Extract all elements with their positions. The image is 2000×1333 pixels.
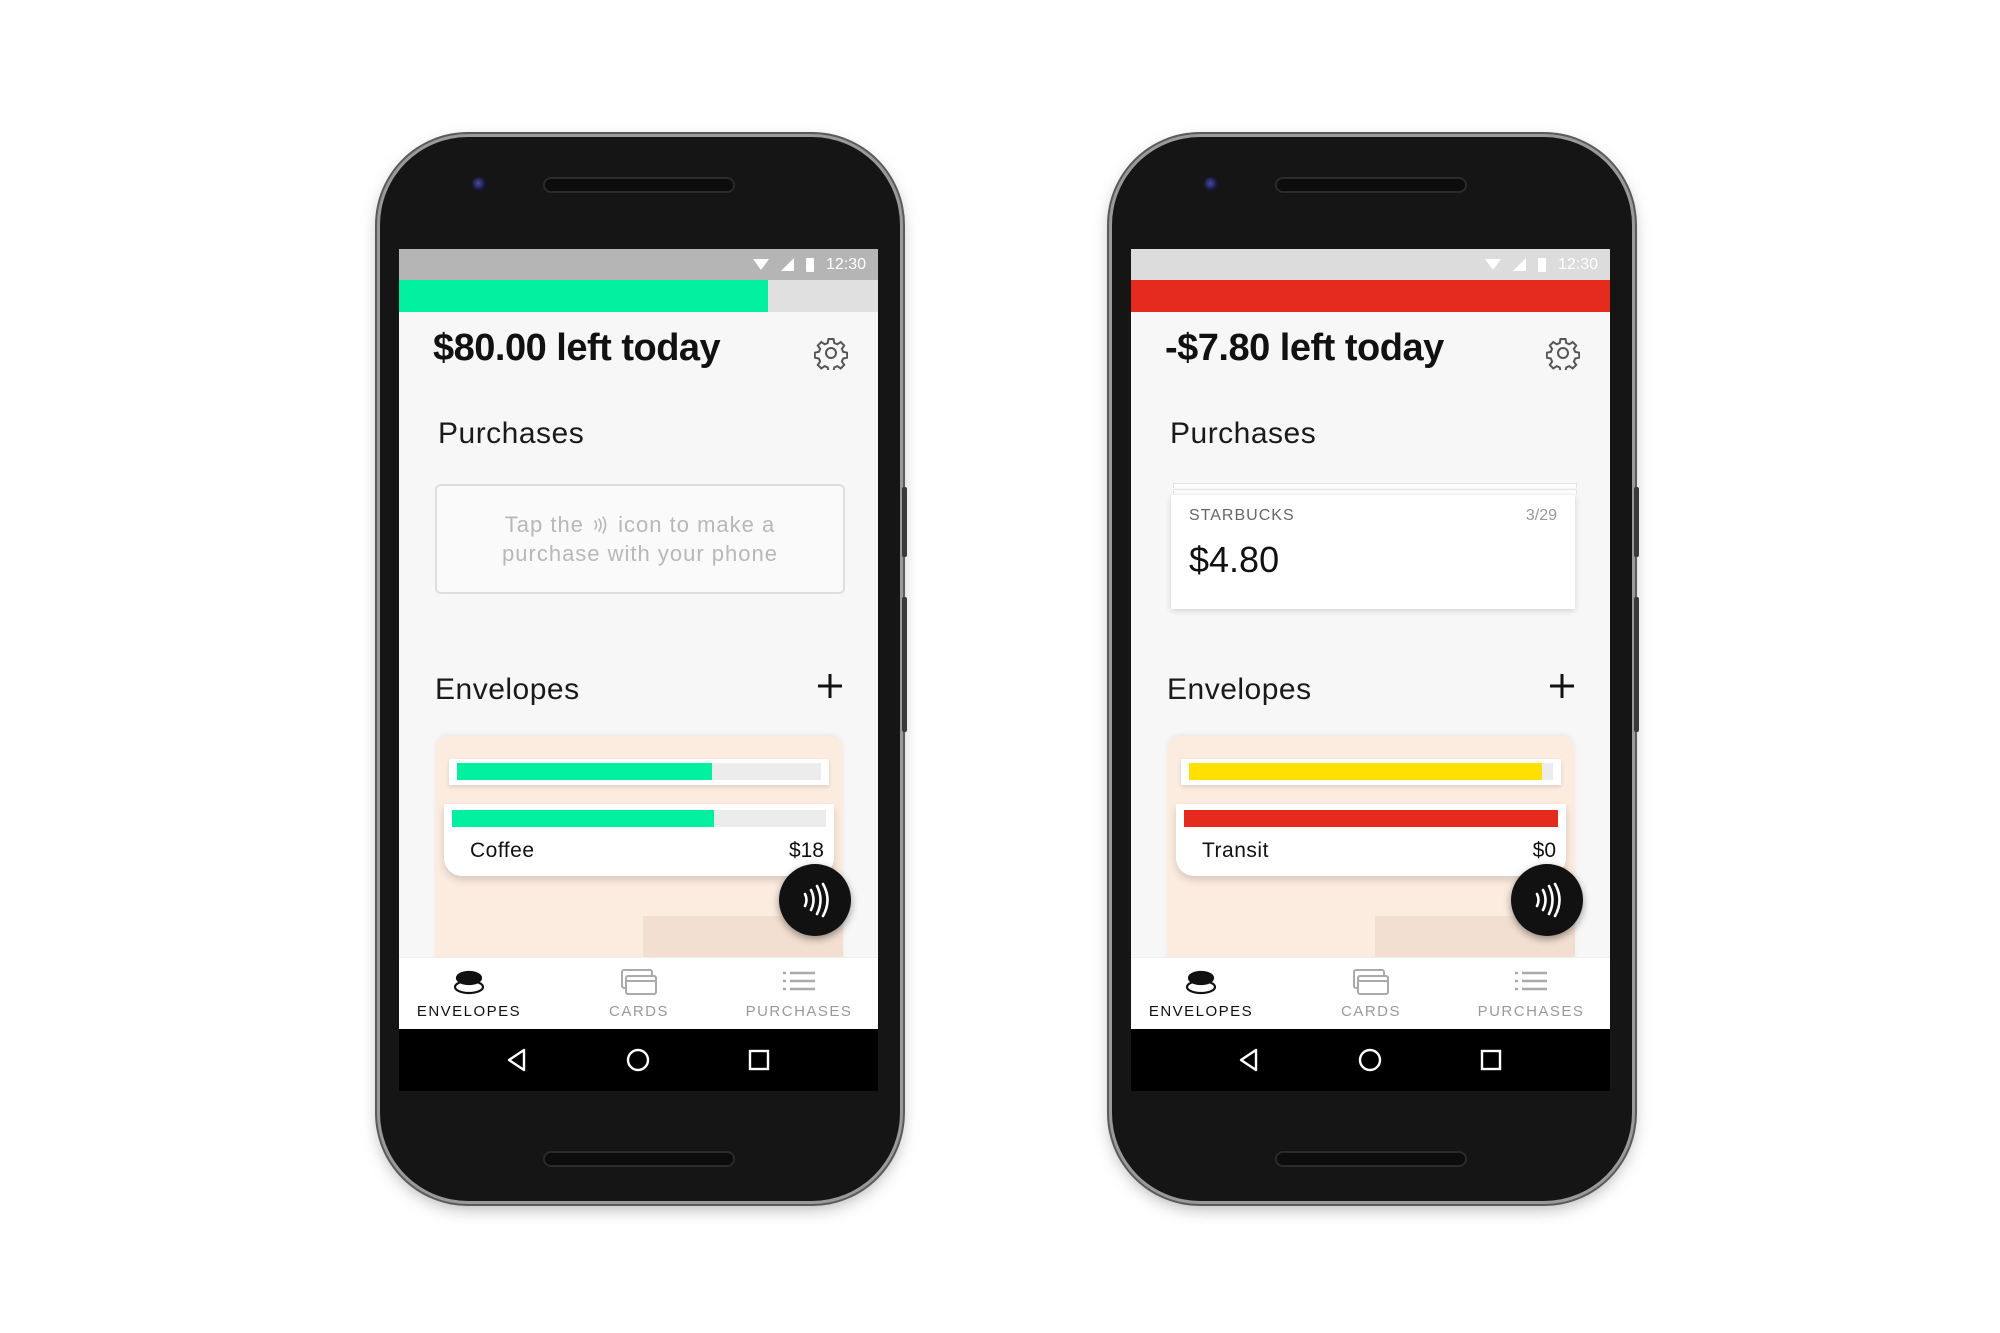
cards-icon — [1353, 969, 1389, 995]
tab-cards[interactable]: CARDS — [1301, 958, 1441, 1030]
envelope-progress — [452, 810, 826, 827]
tab-envelopes[interactable]: ENVELOPES — [1131, 958, 1271, 1030]
bottom-speaker — [545, 1153, 733, 1165]
envelope-progress — [1184, 810, 1558, 827]
contactless-icon — [594, 516, 607, 534]
tab-cards-label: CARDS — [608, 1003, 669, 1020]
envelope-progress-fill — [452, 810, 714, 827]
purchase-merchant: STARBUCKS — [1189, 507, 1295, 524]
daily-budget-bar — [1131, 280, 1610, 312]
tab-envelopes-label: ENVELOPES — [416, 1003, 522, 1020]
back-icon[interactable] — [504, 1047, 530, 1073]
envelopes-heading: Envelopes — [435, 673, 580, 706]
contactless-icon — [1535, 882, 1561, 918]
envelope-card-back[interactable] — [449, 759, 829, 785]
battery-icon — [805, 257, 814, 272]
bottom-speaker — [1277, 1153, 1465, 1165]
power-button — [902, 487, 907, 557]
list-icon — [783, 971, 815, 991]
home-icon[interactable] — [625, 1047, 651, 1073]
status-time: 12:30 — [825, 255, 866, 273]
recents-icon[interactable] — [746, 1047, 772, 1073]
tab-purchases[interactable]: PURCHASES — [1461, 958, 1601, 1030]
signal-icon — [780, 258, 794, 271]
purchases-empty-state: Tap the icon to make a purchase with you… — [435, 484, 845, 594]
envelopes-heading: Envelopes — [1167, 673, 1312, 706]
tab-purchases-label: PURCHASES — [1477, 1003, 1585, 1020]
daily-budget-fill — [1131, 280, 1610, 312]
bottom-nav: ENVELOPES CARDS PURCHASES — [1131, 957, 1610, 1030]
front-camera — [1204, 177, 1218, 191]
gear-icon[interactable] — [814, 336, 848, 370]
power-button — [1634, 487, 1639, 557]
envelope-card[interactable]: Transit $0 — [1176, 804, 1566, 876]
envelope-progress-fill — [1184, 810, 1558, 827]
volume-button — [1634, 597, 1639, 732]
daily-budget-bar — [399, 280, 878, 312]
system-nav-bar — [1131, 1029, 1610, 1091]
phone-left: 12:30 $80.00 left today Purchases Tap th… — [380, 137, 907, 1201]
screen: 12:30 -$7.80 left today Purchases STARBU… — [1131, 249, 1610, 1091]
tab-cards-label: CARDS — [1340, 1003, 1401, 1020]
purchase-stack-edge — [1173, 489, 1577, 494]
bottom-nav: ENVELOPES CARDS PURCHASES — [399, 957, 878, 1030]
purchase-card[interactable]: STARBUCKS 3/29 $4.80 — [1171, 495, 1575, 609]
tab-purchases-label: PURCHASES — [745, 1003, 853, 1020]
tab-cards[interactable]: CARDS — [569, 958, 709, 1030]
wifi-icon — [1484, 259, 1501, 270]
pay-button[interactable] — [779, 864, 851, 936]
envelope-card[interactable]: Coffee $18 — [444, 804, 834, 876]
status-bar: 12:30 — [1131, 249, 1610, 280]
envelope-progress — [457, 763, 821, 780]
envelope-name: Transit — [1202, 839, 1269, 862]
gear-icon[interactable] — [1546, 336, 1580, 370]
plus-icon[interactable] — [814, 670, 846, 702]
top-speaker — [1277, 179, 1465, 191]
purchase-stack-edge — [1173, 483, 1577, 488]
envelope-progress — [1189, 763, 1553, 780]
home-icon[interactable] — [1357, 1047, 1383, 1073]
pay-button[interactable] — [1511, 864, 1583, 936]
envelope-card-back[interactable] — [1181, 759, 1561, 785]
coins-icon — [1185, 970, 1217, 995]
wifi-icon — [752, 259, 769, 270]
tab-purchases[interactable]: PURCHASES — [729, 958, 869, 1030]
purchase-amount: $4.80 — [1189, 539, 1280, 580]
left-today-headline: -$7.80 left today — [1165, 327, 1444, 369]
daily-budget-fill — [399, 280, 768, 312]
status-bar: 12:30 — [399, 249, 878, 280]
cards-icon — [621, 969, 657, 995]
empty-text-start: Tap the — [504, 512, 584, 537]
top-speaker — [545, 179, 733, 191]
coins-icon — [453, 970, 485, 995]
recents-icon[interactable] — [1478, 1047, 1504, 1073]
purchase-date: 3/29 — [1525, 507, 1557, 524]
tab-envelopes-label: ENVELOPES — [1148, 1003, 1254, 1020]
screen: 12:30 $80.00 left today Purchases Tap th… — [399, 249, 878, 1091]
signal-icon — [1512, 258, 1526, 271]
contactless-icon — [803, 882, 829, 918]
phone-right: 12:30 -$7.80 left today Purchases STARBU… — [1112, 137, 1639, 1201]
status-time: 12:30 — [1557, 255, 1598, 273]
envelope-amount: $18 — [788, 839, 824, 862]
back-icon[interactable] — [1236, 1047, 1262, 1073]
list-icon — [1515, 971, 1547, 991]
volume-button — [902, 597, 907, 732]
front-camera — [472, 177, 486, 191]
plus-icon[interactable] — [1546, 670, 1578, 702]
envelope-amount: $0 — [1532, 839, 1556, 862]
purchases-heading: Purchases — [438, 417, 585, 450]
purchases-heading: Purchases — [1170, 417, 1317, 450]
envelope-progress-fill — [1189, 763, 1543, 780]
system-nav-bar — [399, 1029, 878, 1091]
envelope-progress-fill — [457, 763, 712, 780]
battery-icon — [1537, 257, 1546, 272]
envelope-name: Coffee — [470, 839, 535, 862]
tab-envelopes[interactable]: ENVELOPES — [399, 958, 539, 1030]
left-today-headline: $80.00 left today — [433, 327, 721, 369]
